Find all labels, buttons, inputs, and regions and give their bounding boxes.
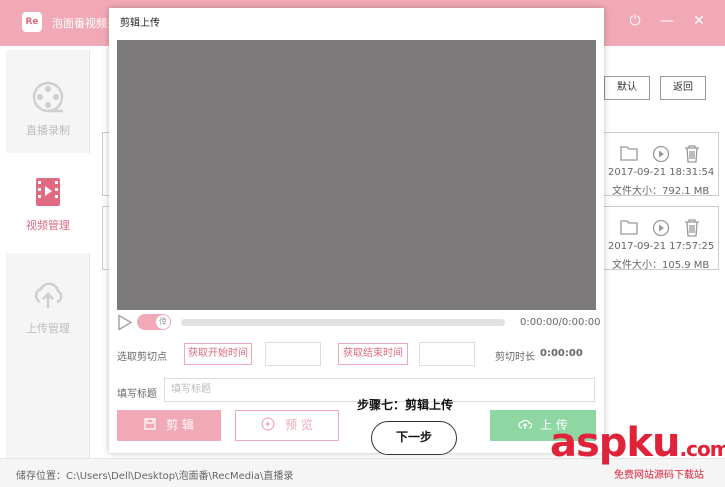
save-icon <box>144 418 156 430</box>
video-file-icon <box>36 178 60 206</box>
title-label: 填写标题 <box>117 389 157 400</box>
video-card[interactable]: 2017-09-21 17:57:25 文件大小：105.9 MB <box>603 206 719 271</box>
step-caption: 步骤七：剪辑上传 <box>357 398 454 412</box>
dialog-title: 剪辑上传 <box>120 18 160 29</box>
close-icon[interactable]: ✕ <box>691 13 707 29</box>
film-reel-icon <box>32 81 64 113</box>
cut-point-label: 选取剪切点 <box>117 352 167 363</box>
cut-button[interactable]: 剪 辑 <box>117 410 221 441</box>
video-card-actions <box>620 219 700 237</box>
folder-icon[interactable] <box>620 145 638 161</box>
default-button[interactable]: 默认 <box>604 76 650 100</box>
video-date: 2017-09-21 17:57:25 <box>608 241 715 252</box>
folder-icon[interactable] <box>620 219 638 235</box>
play-icon[interactable] <box>117 314 133 331</box>
video-size: 文件大小：105.9 MB <box>612 260 710 271</box>
watermark-domain: .com <box>679 437 725 461</box>
back-button[interactable]: 返回 <box>660 76 706 100</box>
get-start-time-button[interactable]: 获取开始时间 <box>184 343 252 365</box>
play-circle-icon <box>261 417 275 431</box>
time-display: 0:00:00/0:00:00 <box>520 317 601 328</box>
cloud-upload-icon <box>518 419 533 429</box>
watermark-text: aspku <box>550 420 681 466</box>
watermark-subtitle: 免费网站源码下载站 <box>614 470 704 481</box>
toggle-switch[interactable]: 倖 <box>137 314 171 330</box>
play-circle-icon[interactable] <box>652 219 670 237</box>
sidebar-item-label: 直播录制 <box>26 124 70 137</box>
video-card-actions <box>620 145 700 163</box>
sidebar-item-video-manage[interactable]: 视频管理 <box>6 153 90 253</box>
minimize-icon[interactable]: — <box>659 13 675 29</box>
sidebar-item-upload-manage[interactable]: 上传管理 <box>6 256 90 356</box>
cut-button-label: 剪 辑 <box>166 418 194 432</box>
play-circle-icon[interactable] <box>652 145 670 163</box>
video-size: 文件大小：792.1 MB <box>612 186 710 197</box>
clip-duration-value: 0:00:00 <box>540 348 583 359</box>
sidebar-item-label: 视频管理 <box>26 219 70 232</box>
sidebar: 直播录制 视频管理 上传管理 <box>6 50 90 460</box>
sidebar-item-live-record[interactable]: 直播录制 <box>6 58 90 158</box>
power-icon[interactable]: ⏻ <box>627 13 643 29</box>
progress-bar[interactable] <box>181 319 505 326</box>
save-location: 储存位置：C:\Users\Dell\Desktop\泡面番\RecMedia\… <box>16 471 294 482</box>
cloud-upload-icon <box>34 282 63 308</box>
clip-duration-label: 剪切时长 <box>495 352 535 363</box>
start-time-field[interactable] <box>265 342 321 366</box>
video-date: 2017-09-21 18:31:54 <box>608 167 715 178</box>
toggle-knob: 倖 <box>156 315 170 329</box>
dialog-header: 剪辑上传 <box>109 8 604 36</box>
sidebar-item-label: 上传管理 <box>26 322 70 335</box>
app-logo: Re <box>22 12 42 32</box>
clip-upload-dialog: 剪辑上传 倖 0:00:00/0:00:00 选取剪切点 获取开始时间 获取结束… <box>109 8 604 455</box>
trash-icon[interactable] <box>684 219 700 237</box>
video-player[interactable] <box>117 40 596 310</box>
trash-icon[interactable] <box>684 145 700 163</box>
video-card[interactable]: 2017-09-21 18:31:54 文件大小：792.1 MB <box>603 132 719 197</box>
preview-button-label: 预 览 <box>285 418 313 432</box>
get-end-time-button[interactable]: 获取结束时间 <box>338 343 408 365</box>
next-step-button[interactable]: 下一步 <box>371 421 457 455</box>
preview-button[interactable]: 预 览 <box>235 410 339 441</box>
watermark-logo: aspku.com <box>550 420 725 466</box>
dialog-close-icon[interactable]: ✕ <box>578 8 596 30</box>
end-time-field[interactable] <box>419 342 475 366</box>
